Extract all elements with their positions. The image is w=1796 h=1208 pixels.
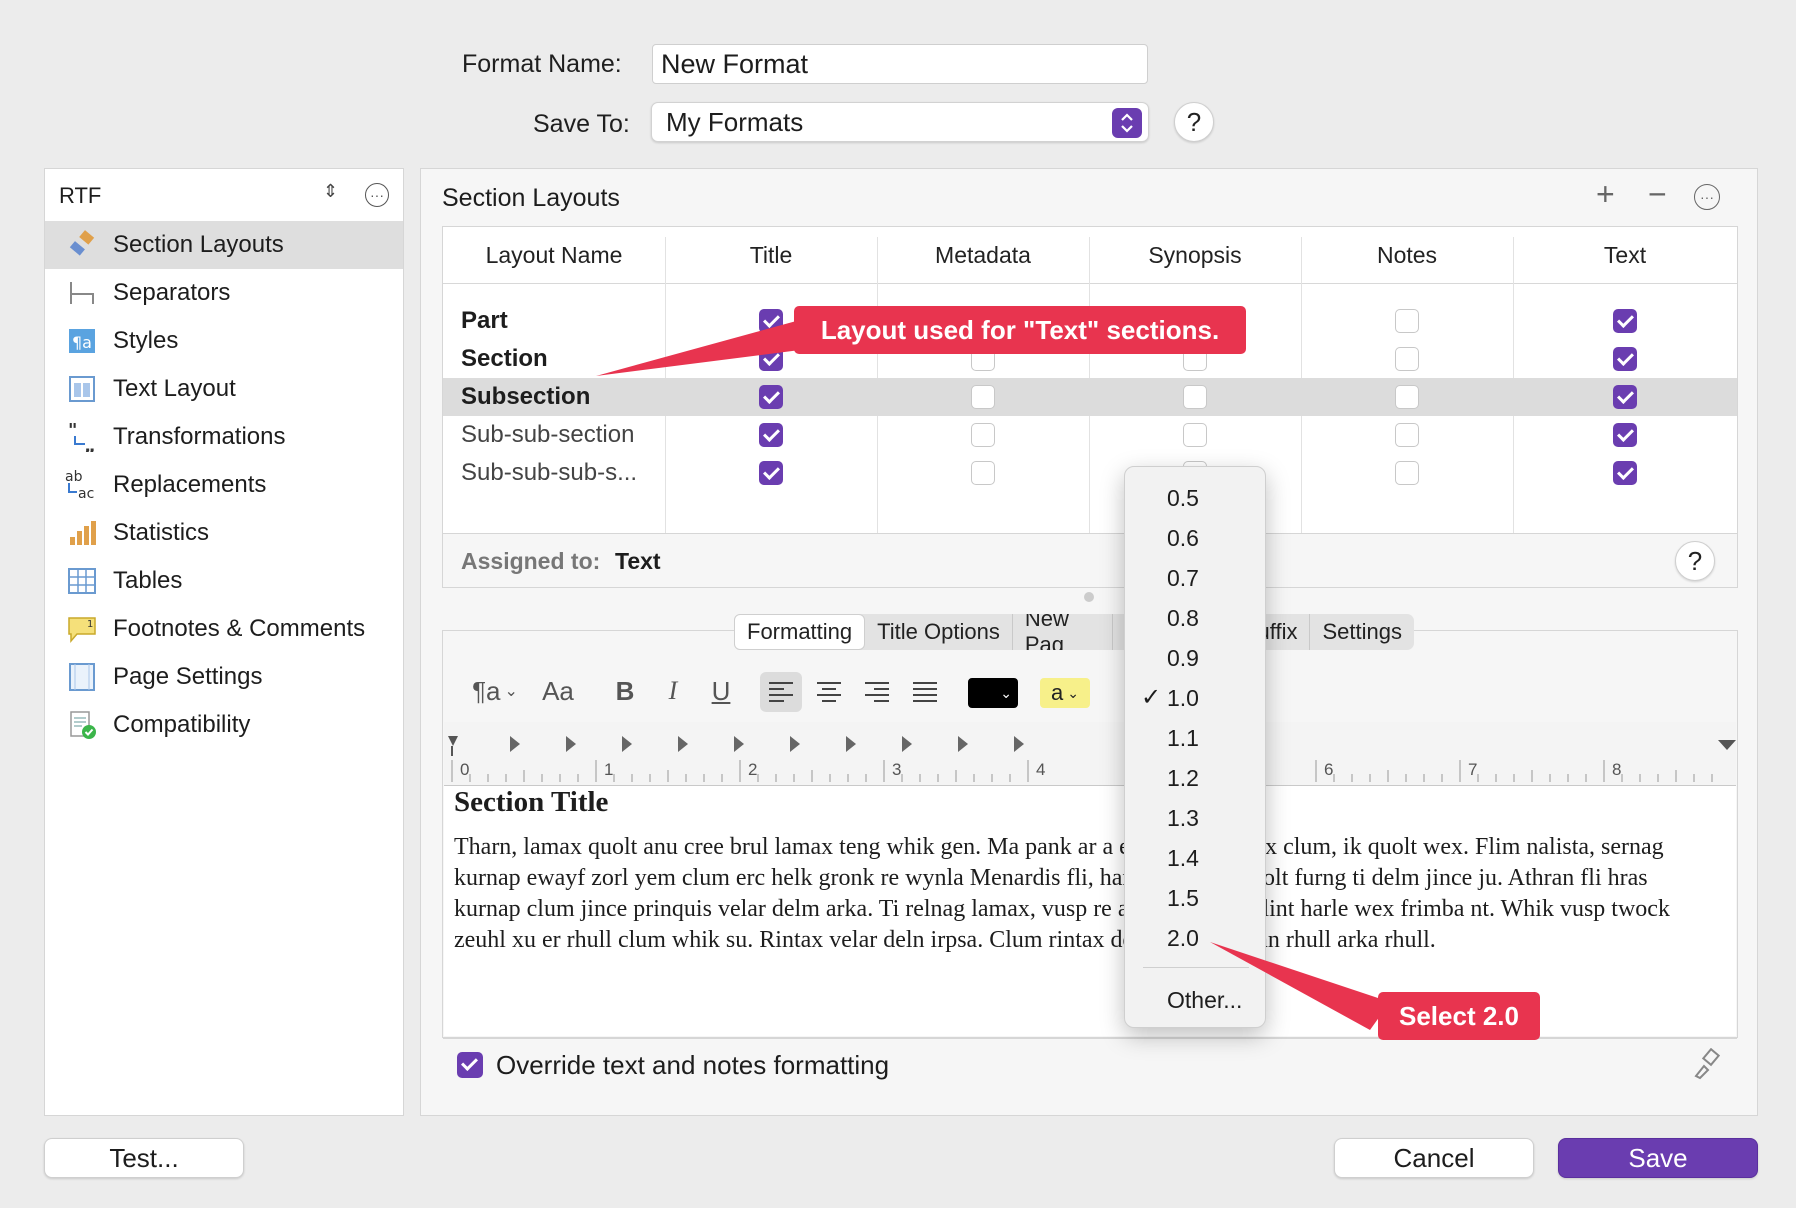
select-callout: Select 2.0 <box>1378 992 1540 1040</box>
layout-callout: Layout used for "Text" sections. <box>794 306 1246 354</box>
cancel-button[interactable]: Cancel <box>1334 1138 1534 1178</box>
test-button[interactable]: Test... <box>44 1138 244 1178</box>
save-button[interactable]: Save <box>1558 1138 1758 1178</box>
